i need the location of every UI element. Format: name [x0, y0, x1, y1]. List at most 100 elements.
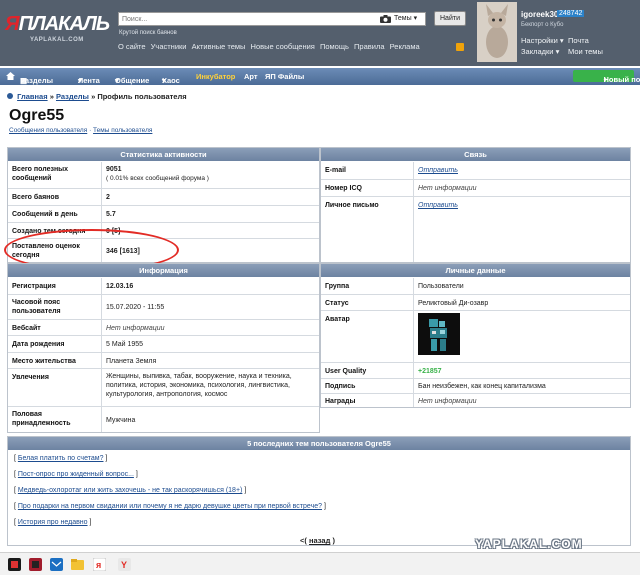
- topic-item: [ Пост-опрос про жиденный вопрос... ]: [14, 471, 138, 478]
- send-pm-link[interactable]: Отправить: [418, 201, 458, 210]
- personal-row: Группа Пользователи: [325, 283, 464, 290]
- info-header: Информация: [8, 264, 319, 277]
- main-nav: ▦ Разделы Лента ▾ Общение ▾ Хаос ▾ Инкуб…: [0, 68, 640, 85]
- logo-sub: YAPLAKAL.COM: [30, 37, 84, 43]
- chevron-down-icon: ▾: [162, 76, 166, 85]
- chevron-down-icon: ▾: [555, 47, 560, 56]
- yandex-icon[interactable]: я: [93, 558, 106, 571]
- profile-avatar-image: [418, 313, 460, 355]
- user-avatar[interactable]: [477, 2, 517, 62]
- topic-link[interactable]: Пост-опрос про жиденный вопрос...: [18, 471, 134, 478]
- home-icon[interactable]: [6, 72, 15, 80]
- stats-row: Всего полезных сообщений 9051 ( 0.01% вс…: [12, 166, 209, 182]
- quality-value: 21857: [422, 368, 442, 375]
- personal-row: User Quality +21857: [321, 362, 630, 378]
- stats-row: Сообщений в день 5.7: [8, 205, 319, 222]
- user-topics-link[interactable]: Темы пользователя: [93, 127, 152, 134]
- user-points-badge: 248742: [557, 10, 585, 17]
- breadcrumb-current: Профиль пользователя: [97, 92, 187, 101]
- chevron-down-icon: ▾: [115, 76, 119, 85]
- topic-item: [ Про подарки на первом свидании или поч…: [14, 503, 326, 510]
- recent-topics-header: 5 последних тем пользователя Ogre55: [8, 437, 630, 450]
- link-members[interactable]: Участники: [151, 42, 187, 51]
- topic-item: [ Белая платить по счетам? ]: [14, 455, 108, 462]
- site-watermark: YAPLAKAL.COM: [475, 537, 583, 551]
- breadcrumb-sections[interactable]: Разделы: [56, 92, 89, 101]
- topic-link[interactable]: Про подарки на первом свидании или почем…: [18, 503, 322, 510]
- rss-icon[interactable]: [456, 43, 464, 51]
- svg-text:я: я: [96, 560, 101, 570]
- info-row: Половая принадлежность Мужчина: [8, 406, 319, 433]
- settings-link[interactable]: Настройки ▾: [521, 36, 564, 45]
- search-scope-select[interactable]: Темы ▾: [394, 14, 425, 24]
- contact-header: Связь: [321, 148, 630, 161]
- logo-main: ПЛАКАЛЬ: [18, 13, 110, 35]
- chevron-down-icon: ▾: [559, 36, 564, 45]
- personal-row: Статус Реликтовый Ди-озавр: [321, 294, 630, 310]
- topic-item: [ Медведь-охлоротаг или жить захочешь - …: [14, 487, 247, 494]
- page-title: Ogre55: [9, 107, 65, 124]
- info-row: Вебсайт Нет информации: [8, 319, 319, 335]
- link-ads[interactable]: Реклама: [390, 42, 420, 51]
- chevron-down-icon: ▾: [413, 15, 418, 22]
- mail-icon[interactable]: [50, 558, 63, 571]
- info-panel: Информация Регистрация 12.03.16 Часовой …: [7, 263, 320, 433]
- breadcrumb-home[interactable]: Главная: [17, 92, 48, 101]
- personal-panel: Личные данные Группа Пользователи Статус…: [320, 263, 631, 408]
- user-subtitle: Бекпорт о Кубо: [521, 22, 564, 28]
- pager: <( назад ): [300, 536, 335, 545]
- personal-row: Подпись Бан неизбежен, как конец капитал…: [321, 378, 630, 393]
- browser-icon[interactable]: Y: [118, 558, 131, 571]
- info-row: Регистрация 12.03.16: [12, 283, 134, 290]
- user-name[interactable]: igoreek30: [521, 10, 558, 19]
- personal-header: Личные данные: [321, 264, 630, 277]
- profile-sublinks: Сообщения пользователя · Темы пользовате…: [9, 127, 153, 134]
- pager-back-link[interactable]: назад: [309, 536, 330, 545]
- info-row: Увлечения Женщины, выпивка, табак, воору…: [8, 368, 319, 406]
- info-row: Место жительства Планета Земля: [8, 352, 319, 368]
- nav-incubator[interactable]: Инкубатор: [196, 72, 235, 81]
- stats-row: Всего баянов 2: [8, 188, 319, 205]
- nav-files[interactable]: ЯП Файлы: [265, 72, 304, 81]
- logo-text: ЯПЛАКАЛЬ: [5, 13, 110, 35]
- stats-header: Статистика активности: [8, 148, 319, 161]
- link-rules[interactable]: Правила: [354, 42, 384, 51]
- robot-icon: [418, 313, 460, 355]
- topic-link[interactable]: История про недавно: [18, 519, 88, 526]
- send-email-link[interactable]: Отправить: [418, 166, 458, 175]
- media-icon[interactable]: [8, 558, 21, 571]
- contact-row: Личное письмо Отправить: [321, 196, 630, 213]
- topic-link[interactable]: Медведь-охлоротаг или жить захочешь - не…: [18, 487, 242, 494]
- find-button[interactable]: Найти: [434, 11, 466, 26]
- link-active-topics[interactable]: Активные темы: [192, 42, 246, 51]
- contact-row: Номер ICQ Нет информации: [321, 179, 630, 196]
- link-new-messages[interactable]: Новые сообщения: [251, 42, 315, 51]
- topic-item: [ История про недавно ]: [14, 519, 92, 526]
- my-topics-link[interactable]: Мои темы: [568, 47, 603, 56]
- info-row: Часовой пояс пользователя 15.07.2020 - 1…: [8, 294, 319, 319]
- chevron-down-icon: ▾: [78, 76, 82, 85]
- site-logo[interactable]: ЯПЛАКАЛЬ YAPLAKAL.COM: [5, 10, 110, 50]
- svg-text:Y: Y: [121, 560, 127, 570]
- site-header: ЯПЛАКАЛЬ YAPLAKAL.COM Темы ▾ Найти Круто…: [0, 0, 640, 66]
- files-icon[interactable]: [71, 558, 84, 571]
- personal-row: Награды Нет информации: [321, 393, 630, 408]
- breadcrumb: Главная » Разделы » Профиль пользователя: [7, 92, 187, 101]
- app-icon[interactable]: [29, 558, 42, 571]
- bookmarks-link[interactable]: Закладки ▾: [521, 47, 559, 56]
- top-links: О сайте Участники Активные темы Новые со…: [118, 42, 423, 51]
- topic-link[interactable]: Белая платить по счетам?: [18, 455, 104, 462]
- personal-row-avatar: Аватар: [321, 310, 630, 362]
- mail-link[interactable]: Почта: [568, 36, 589, 45]
- contact-panel: Связь E-mail Отправить Номер ICQ Нет инф…: [320, 147, 631, 263]
- link-about[interactable]: О сайте: [118, 42, 146, 51]
- search-input[interactable]: [122, 15, 372, 24]
- user-messages-link[interactable]: Сообщения пользователя: [9, 127, 87, 134]
- nav-art[interactable]: Арт: [244, 72, 258, 81]
- link-help[interactable]: Помощь: [320, 42, 349, 51]
- info-row: Дата рождения 5 Май 1955: [8, 335, 319, 352]
- new-post-button[interactable]: + Новый пост: [573, 70, 640, 84]
- tagline: Крутой поиск баянов: [119, 30, 177, 36]
- camera-icon[interactable]: [380, 15, 391, 23]
- recent-topics-panel: 5 последних тем пользователя Ogre55 [ Бе…: [7, 436, 631, 546]
